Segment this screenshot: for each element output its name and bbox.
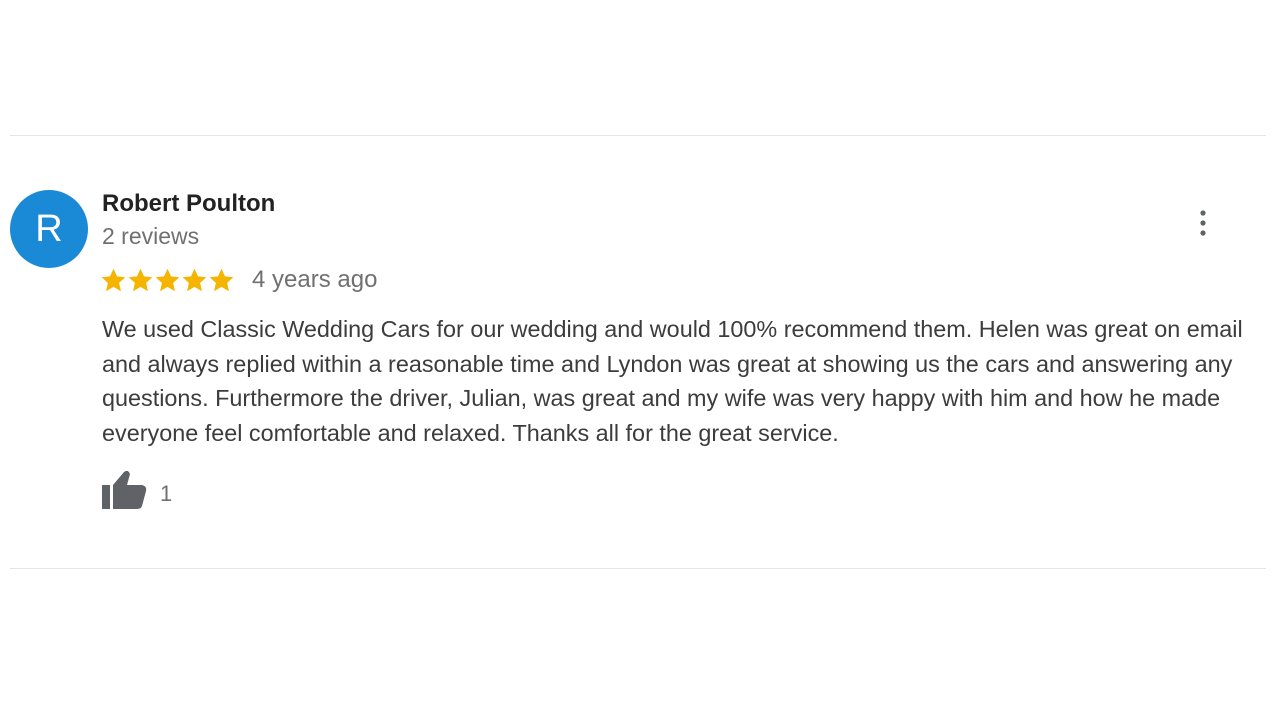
time-ago: 4 years ago [252, 266, 378, 293]
star-icon [101, 268, 126, 291]
author-name[interactable]: Robert Poulton [102, 190, 275, 218]
star-icon [128, 268, 153, 291]
more-vert-icon [1200, 210, 1206, 236]
like-row: 1 [100, 468, 172, 512]
avatar[interactable]: R [10, 190, 88, 268]
star-icon [182, 268, 207, 291]
review-count[interactable]: 2 reviews [102, 223, 199, 250]
review-card: R Robert Poulton 2 reviews 4 years ago W… [0, 0, 1276, 718]
like-count: 1 [160, 481, 173, 506]
more-options-button[interactable] [1188, 203, 1218, 243]
rating-row: 4 years ago [100, 264, 377, 296]
star-rating [100, 267, 235, 294]
review-text: We used Classic Wedding Cars for our wed… [102, 316, 1243, 447]
thumbs-up-icon[interactable] [100, 468, 148, 512]
page: R Robert Poulton 2 reviews 4 years ago W… [0, 0, 1276, 718]
divider-bottom [10, 568, 1266, 569]
star-icon [209, 268, 234, 291]
star-icon [155, 268, 180, 291]
avatar-letter: R [35, 207, 63, 250]
